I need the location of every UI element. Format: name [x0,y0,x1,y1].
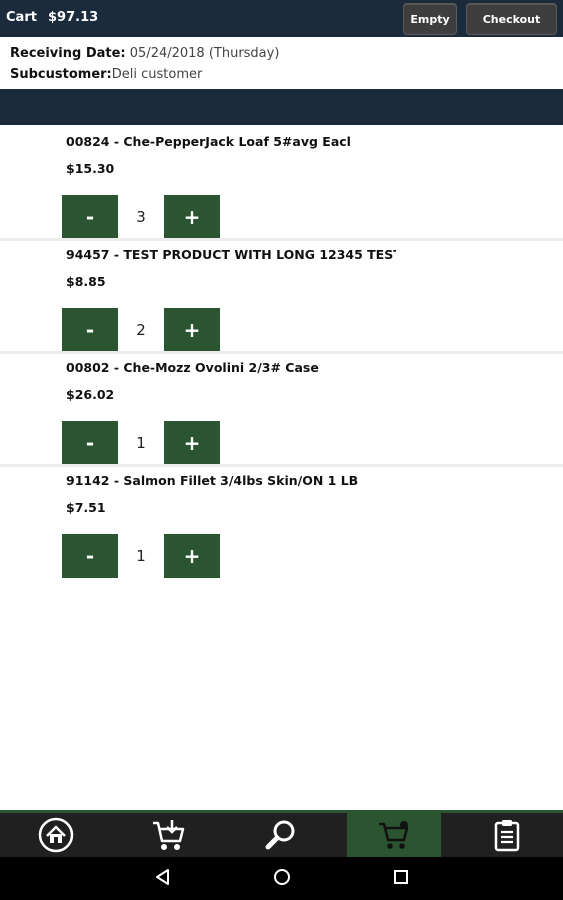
tab-cart[interactable] [347,813,441,857]
item-price: $8.85 [66,274,106,289]
quantity-value[interactable]: 1 [118,534,164,578]
home-icon [38,817,74,853]
top-bar: Cart $97.13 Empty Checkout [0,0,563,37]
decrease-quantity-button[interactable]: - [62,308,118,352]
cart-item: 00824 - Che-PepperJack Loaf 5#avg Eacl $… [0,125,563,239]
section-divider-band [0,89,563,125]
receiving-date-row: Receiving Date: 05/24/2018 (Thursday) [10,46,279,61]
system-navigation-bar [0,857,563,900]
home-circle-icon [273,868,291,890]
tab-search[interactable] [225,813,337,857]
tab-add-to-cart[interactable] [112,813,225,857]
bottom-tab-bar [0,810,563,857]
cart-item: 00802 - Che-Mozz Ovolini 2/3# Case $26.0… [0,351,563,465]
item-name: 94457 - TEST PRODUCT WITH LONG 12345 TES… [66,247,396,262]
add-to-cart-icon [150,817,188,853]
item-price: $7.51 [66,500,106,515]
cart-icon [377,819,411,851]
increase-quantity-button[interactable]: + [164,421,220,465]
cart-item: 91142 - Salmon Fillet 3/4lbs Skin/ON 1 L… [0,464,563,578]
decrease-quantity-button[interactable]: - [62,534,118,578]
home-nav-button[interactable] [270,867,294,891]
increase-quantity-button[interactable]: + [164,534,220,578]
increase-quantity-button[interactable]: + [164,308,220,352]
increase-quantity-button[interactable]: + [164,195,220,239]
recents-icon [392,868,410,890]
tab-orders[interactable] [450,813,563,857]
tab-home[interactable] [0,813,112,857]
item-price: $26.02 [66,387,115,402]
checkout-button[interactable]: Checkout [466,3,557,35]
cart-total: $97.13 [48,10,99,25]
decrease-quantity-button[interactable]: - [62,195,118,239]
cart-label: Cart [6,10,37,25]
receiving-date-label: Receiving Date: [10,46,126,61]
receiving-date-value: 05/24/2018 (Thursday) [129,46,280,61]
item-price: $15.30 [66,161,115,176]
item-name: 91142 - Salmon Fillet 3/4lbs Skin/ON 1 L… [66,473,359,488]
order-info: Receiving Date: 05/24/2018 (Thursday) Su… [0,37,563,89]
item-name: 00824 - Che-PepperJack Loaf 5#avg Eacl [66,134,351,149]
empty-button[interactable]: Empty [403,3,457,35]
back-button[interactable] [151,867,175,891]
subcustomer-label: Subcustomer: [10,67,112,82]
subcustomer-value: Deli customer [111,67,203,82]
quantity-value[interactable]: 2 [118,308,164,352]
recents-button[interactable] [389,867,413,891]
item-name: 00802 - Che-Mozz Ovolini 2/3# Case [66,360,319,375]
cart-item: 94457 - TEST PRODUCT WITH LONG 12345 TES… [0,238,563,352]
quantity-value[interactable]: 3 [118,195,164,239]
subcustomer-row: Subcustomer:Deli customer [10,67,202,82]
quantity-value[interactable]: 1 [118,421,164,465]
back-icon [154,868,172,890]
search-icon [263,817,299,853]
clipboard-icon [492,818,522,852]
decrease-quantity-button[interactable]: - [62,421,118,465]
